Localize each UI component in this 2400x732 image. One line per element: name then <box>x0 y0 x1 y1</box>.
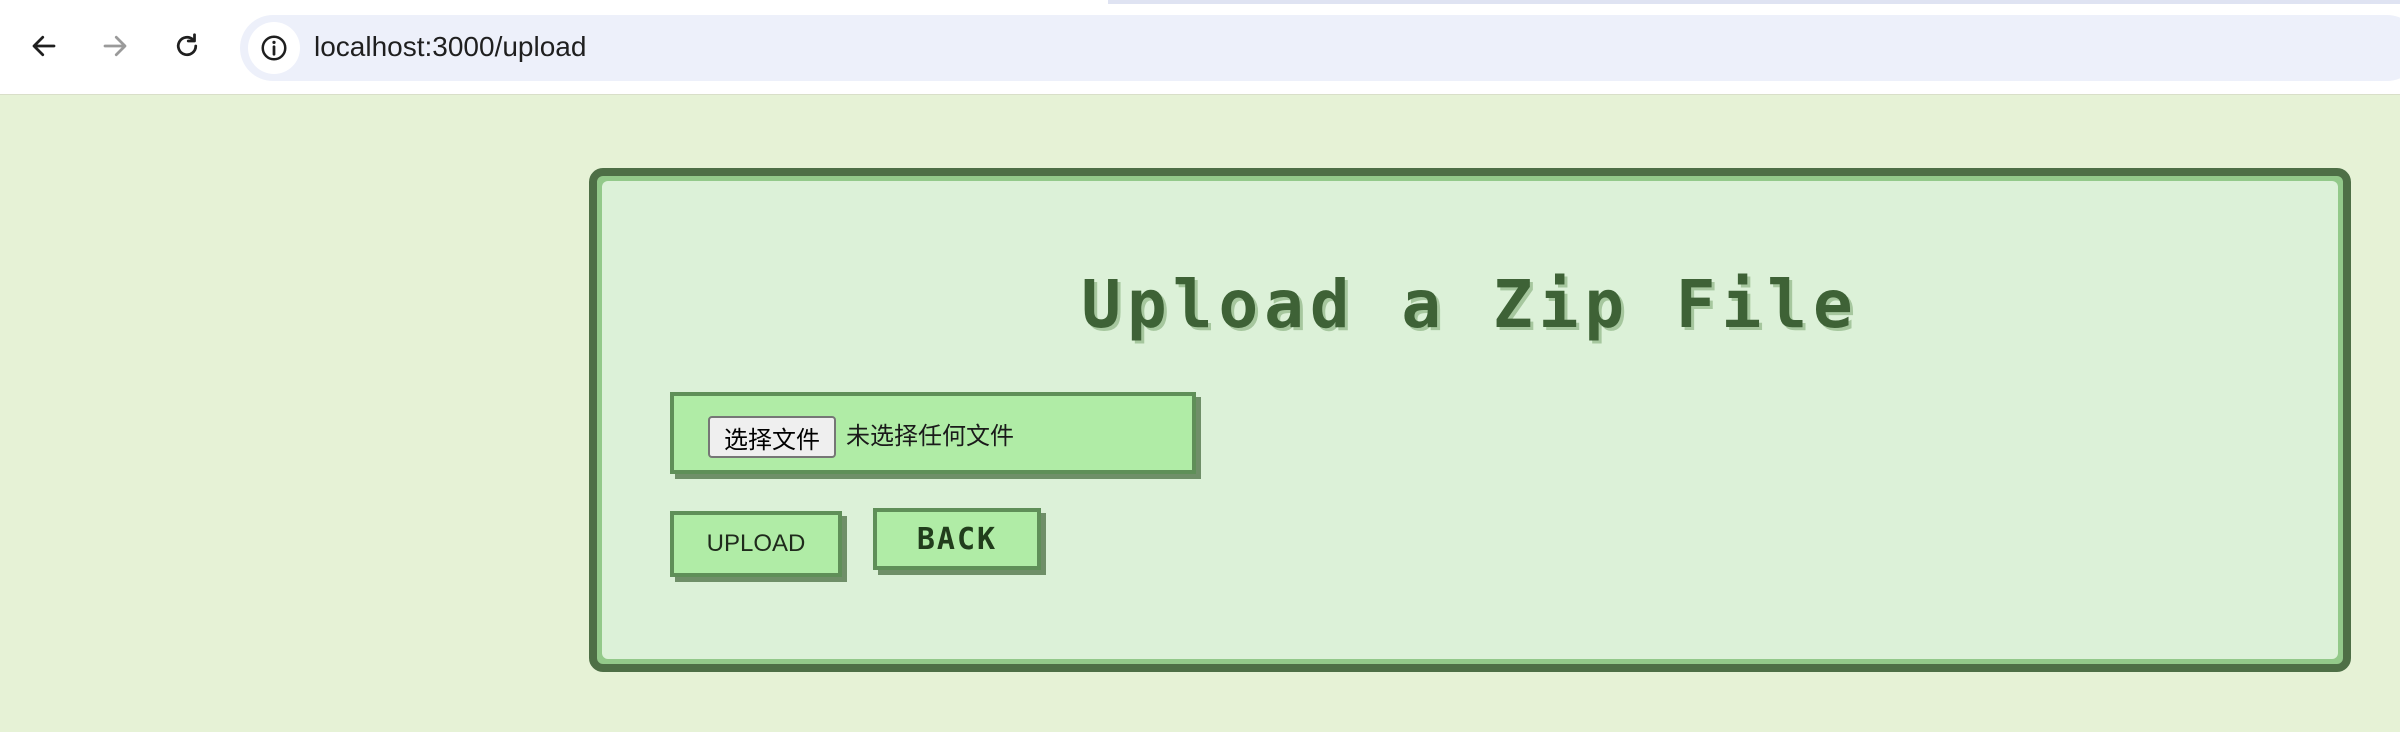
arrow-right-icon <box>103 35 127 57</box>
back-button[interactable] <box>22 24 66 68</box>
tab-strip <box>0 0 2400 4</box>
info-icon <box>261 35 287 61</box>
forward-button[interactable] <box>93 24 137 68</box>
page-body <box>0 96 2400 732</box>
url-text[interactable]: localhost:3000/upload <box>314 29 586 65</box>
file-status-text: 未选择任何文件 <box>846 422 1014 450</box>
reload-icon <box>176 33 198 57</box>
active-tab[interactable] <box>0 0 1108 4</box>
choose-file-button[interactable]: 选择文件 <box>708 416 836 458</box>
reload-button[interactable] <box>165 24 209 68</box>
file-input-container: 选择文件 未选择任何文件 <box>670 392 1196 474</box>
upload-button[interactable]: UPLOAD <box>670 511 842 577</box>
arrow-left-icon <box>32 35 56 57</box>
back-link-button[interactable]: BACK <box>873 508 1041 570</box>
browser-toolbar: localhost:3000/upload <box>0 0 2400 95</box>
site-info-button[interactable] <box>248 22 300 74</box>
page-title: Upload a Zip File <box>1081 266 1859 343</box>
